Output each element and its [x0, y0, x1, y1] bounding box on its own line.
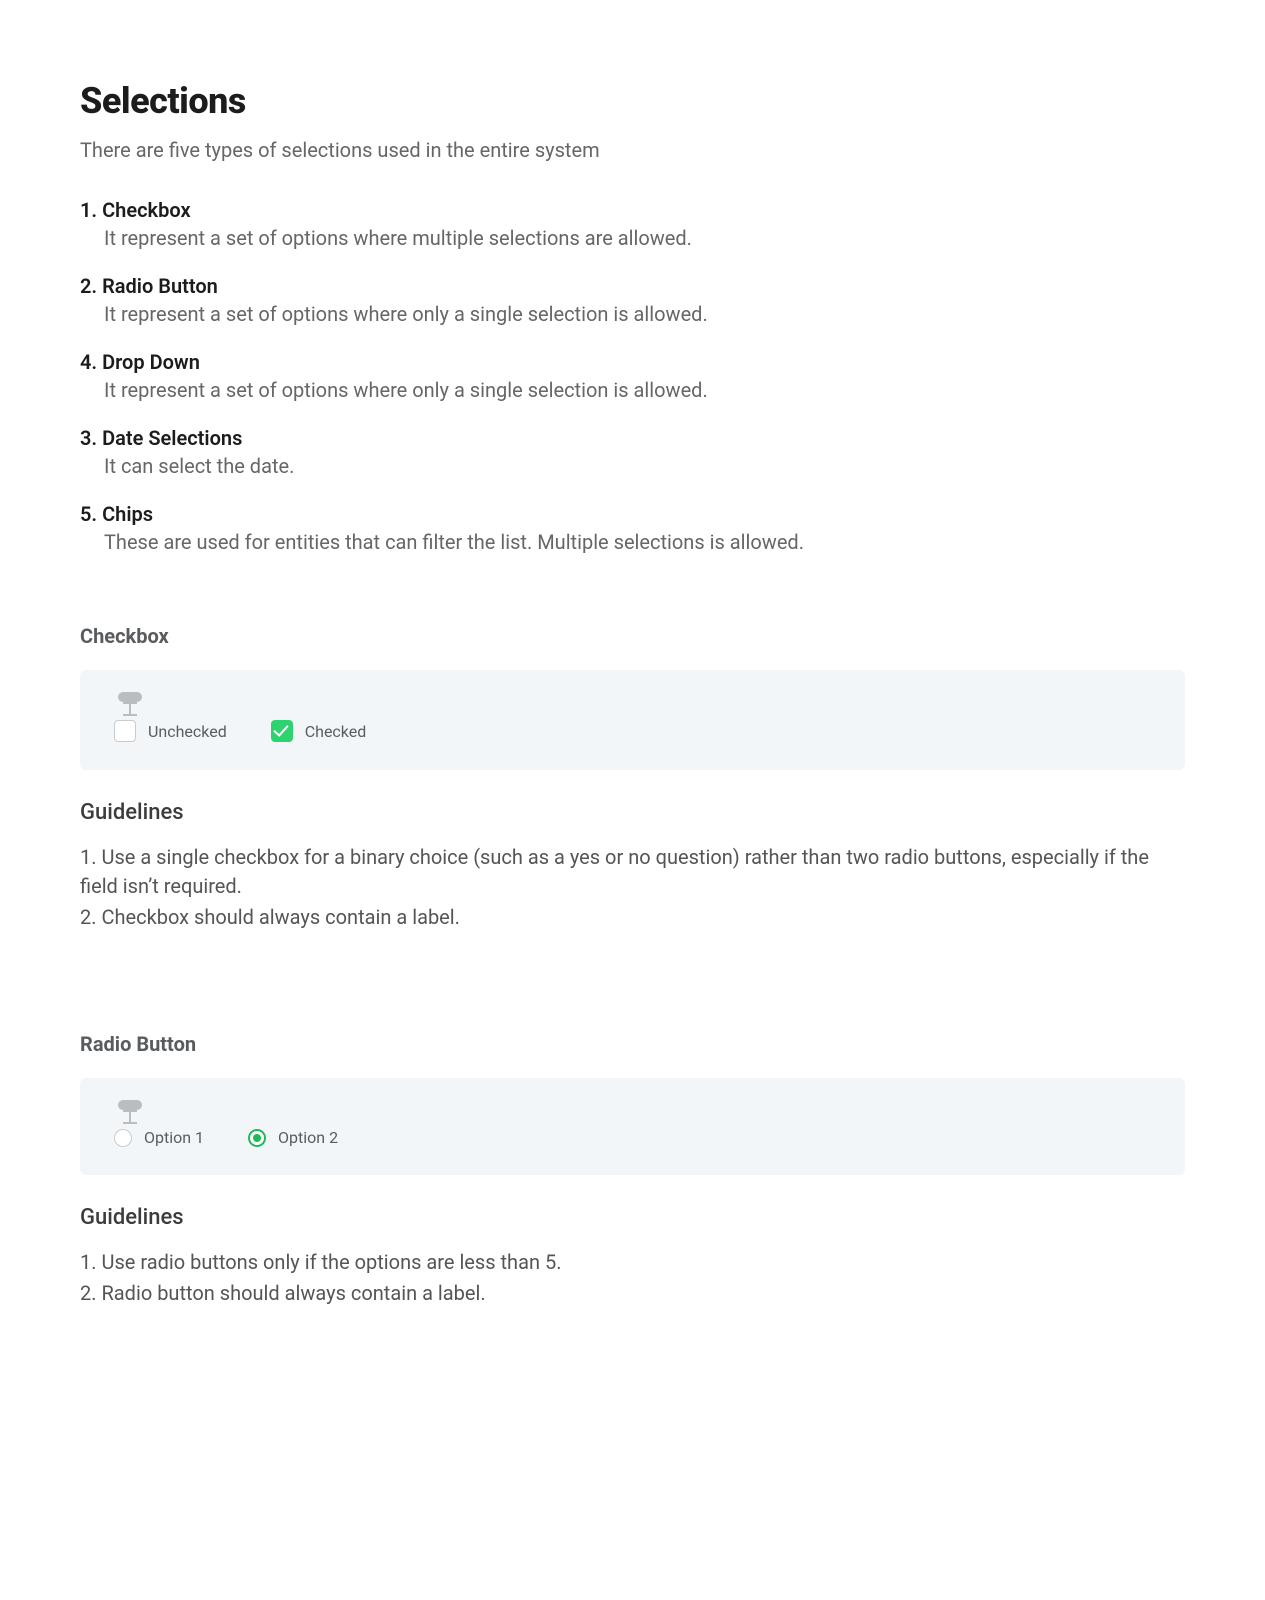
type-3-title: 4. Drop Down: [80, 350, 1185, 374]
type-3-desc: It represent a set of options where only…: [104, 378, 1185, 402]
spacing-annotation-icon: [118, 692, 142, 716]
radio-selected-example: Option 2: [248, 1128, 338, 1147]
checkbox-example-panel: Unchecked Checked: [80, 670, 1185, 770]
type-1-title: 1. Checkbox: [80, 198, 1185, 222]
checkbox-checked-label: Checked: [305, 722, 367, 741]
type-1: 1. Checkbox It represent a set of option…: [80, 198, 1185, 250]
checkbox-unchecked-label: Unchecked: [148, 722, 227, 741]
radio-option-2[interactable]: [248, 1129, 266, 1147]
type-1-desc: It represent a set of options where mult…: [104, 226, 1185, 250]
design-doc-page: Selections There are five types of selec…: [0, 0, 1265, 1600]
checkbox-guideline-2: 2. Checkbox should always contain a labe…: [80, 903, 1185, 932]
type-5-desc: These are used for entities that can fil…: [104, 530, 1185, 554]
radio-guideline-2: 2. Radio button should always contain a …: [80, 1279, 1185, 1308]
checkbox-checked-example: Checked: [271, 720, 367, 742]
type-5-title: 5. Chips: [80, 502, 1185, 526]
intro-text: There are five types of selections used …: [80, 138, 1185, 162]
checkbox-guidelines-heading: Guidelines: [80, 800, 1185, 825]
checkbox-unchecked-example: Unchecked: [114, 692, 227, 742]
radio-example-panel: Option 1 Option 2: [80, 1078, 1185, 1175]
checkbox-heading: Checkbox: [80, 624, 1185, 648]
radio-option-2-label: Option 2: [278, 1128, 338, 1147]
type-3: 4. Drop Down It represent a set of optio…: [80, 350, 1185, 402]
type-2-title: 2. Radio Button: [80, 274, 1185, 298]
checkbox-checked[interactable]: [271, 720, 293, 742]
radio-guidelines-heading: Guidelines: [80, 1205, 1185, 1230]
radio-heading: Radio Button: [80, 1032, 1185, 1056]
checkbox-unchecked[interactable]: [114, 720, 136, 742]
page-title: Selections: [80, 80, 1185, 122]
type-4-title: 3. Date Selections: [80, 426, 1185, 450]
spacing-annotation-icon: [118, 1100, 142, 1124]
type-2-desc: It represent a set of options where only…: [104, 302, 1185, 326]
checkbox-guideline-1: 1. Use a single checkbox for a binary ch…: [80, 843, 1185, 901]
type-2: 2. Radio Button It represent a set of op…: [80, 274, 1185, 326]
radio-guideline-1: 1. Use radio buttons only if the options…: [80, 1248, 1185, 1277]
radio-option-1[interactable]: [114, 1129, 132, 1147]
radio-unselected-example: Option 1: [114, 1100, 204, 1147]
radio-option-1-label: Option 1: [144, 1128, 204, 1147]
type-5: 5. Chips These are used for entities tha…: [80, 502, 1185, 554]
type-4-desc: It can select the date.: [104, 454, 1185, 478]
type-4: 3. Date Selections It can select the dat…: [80, 426, 1185, 478]
